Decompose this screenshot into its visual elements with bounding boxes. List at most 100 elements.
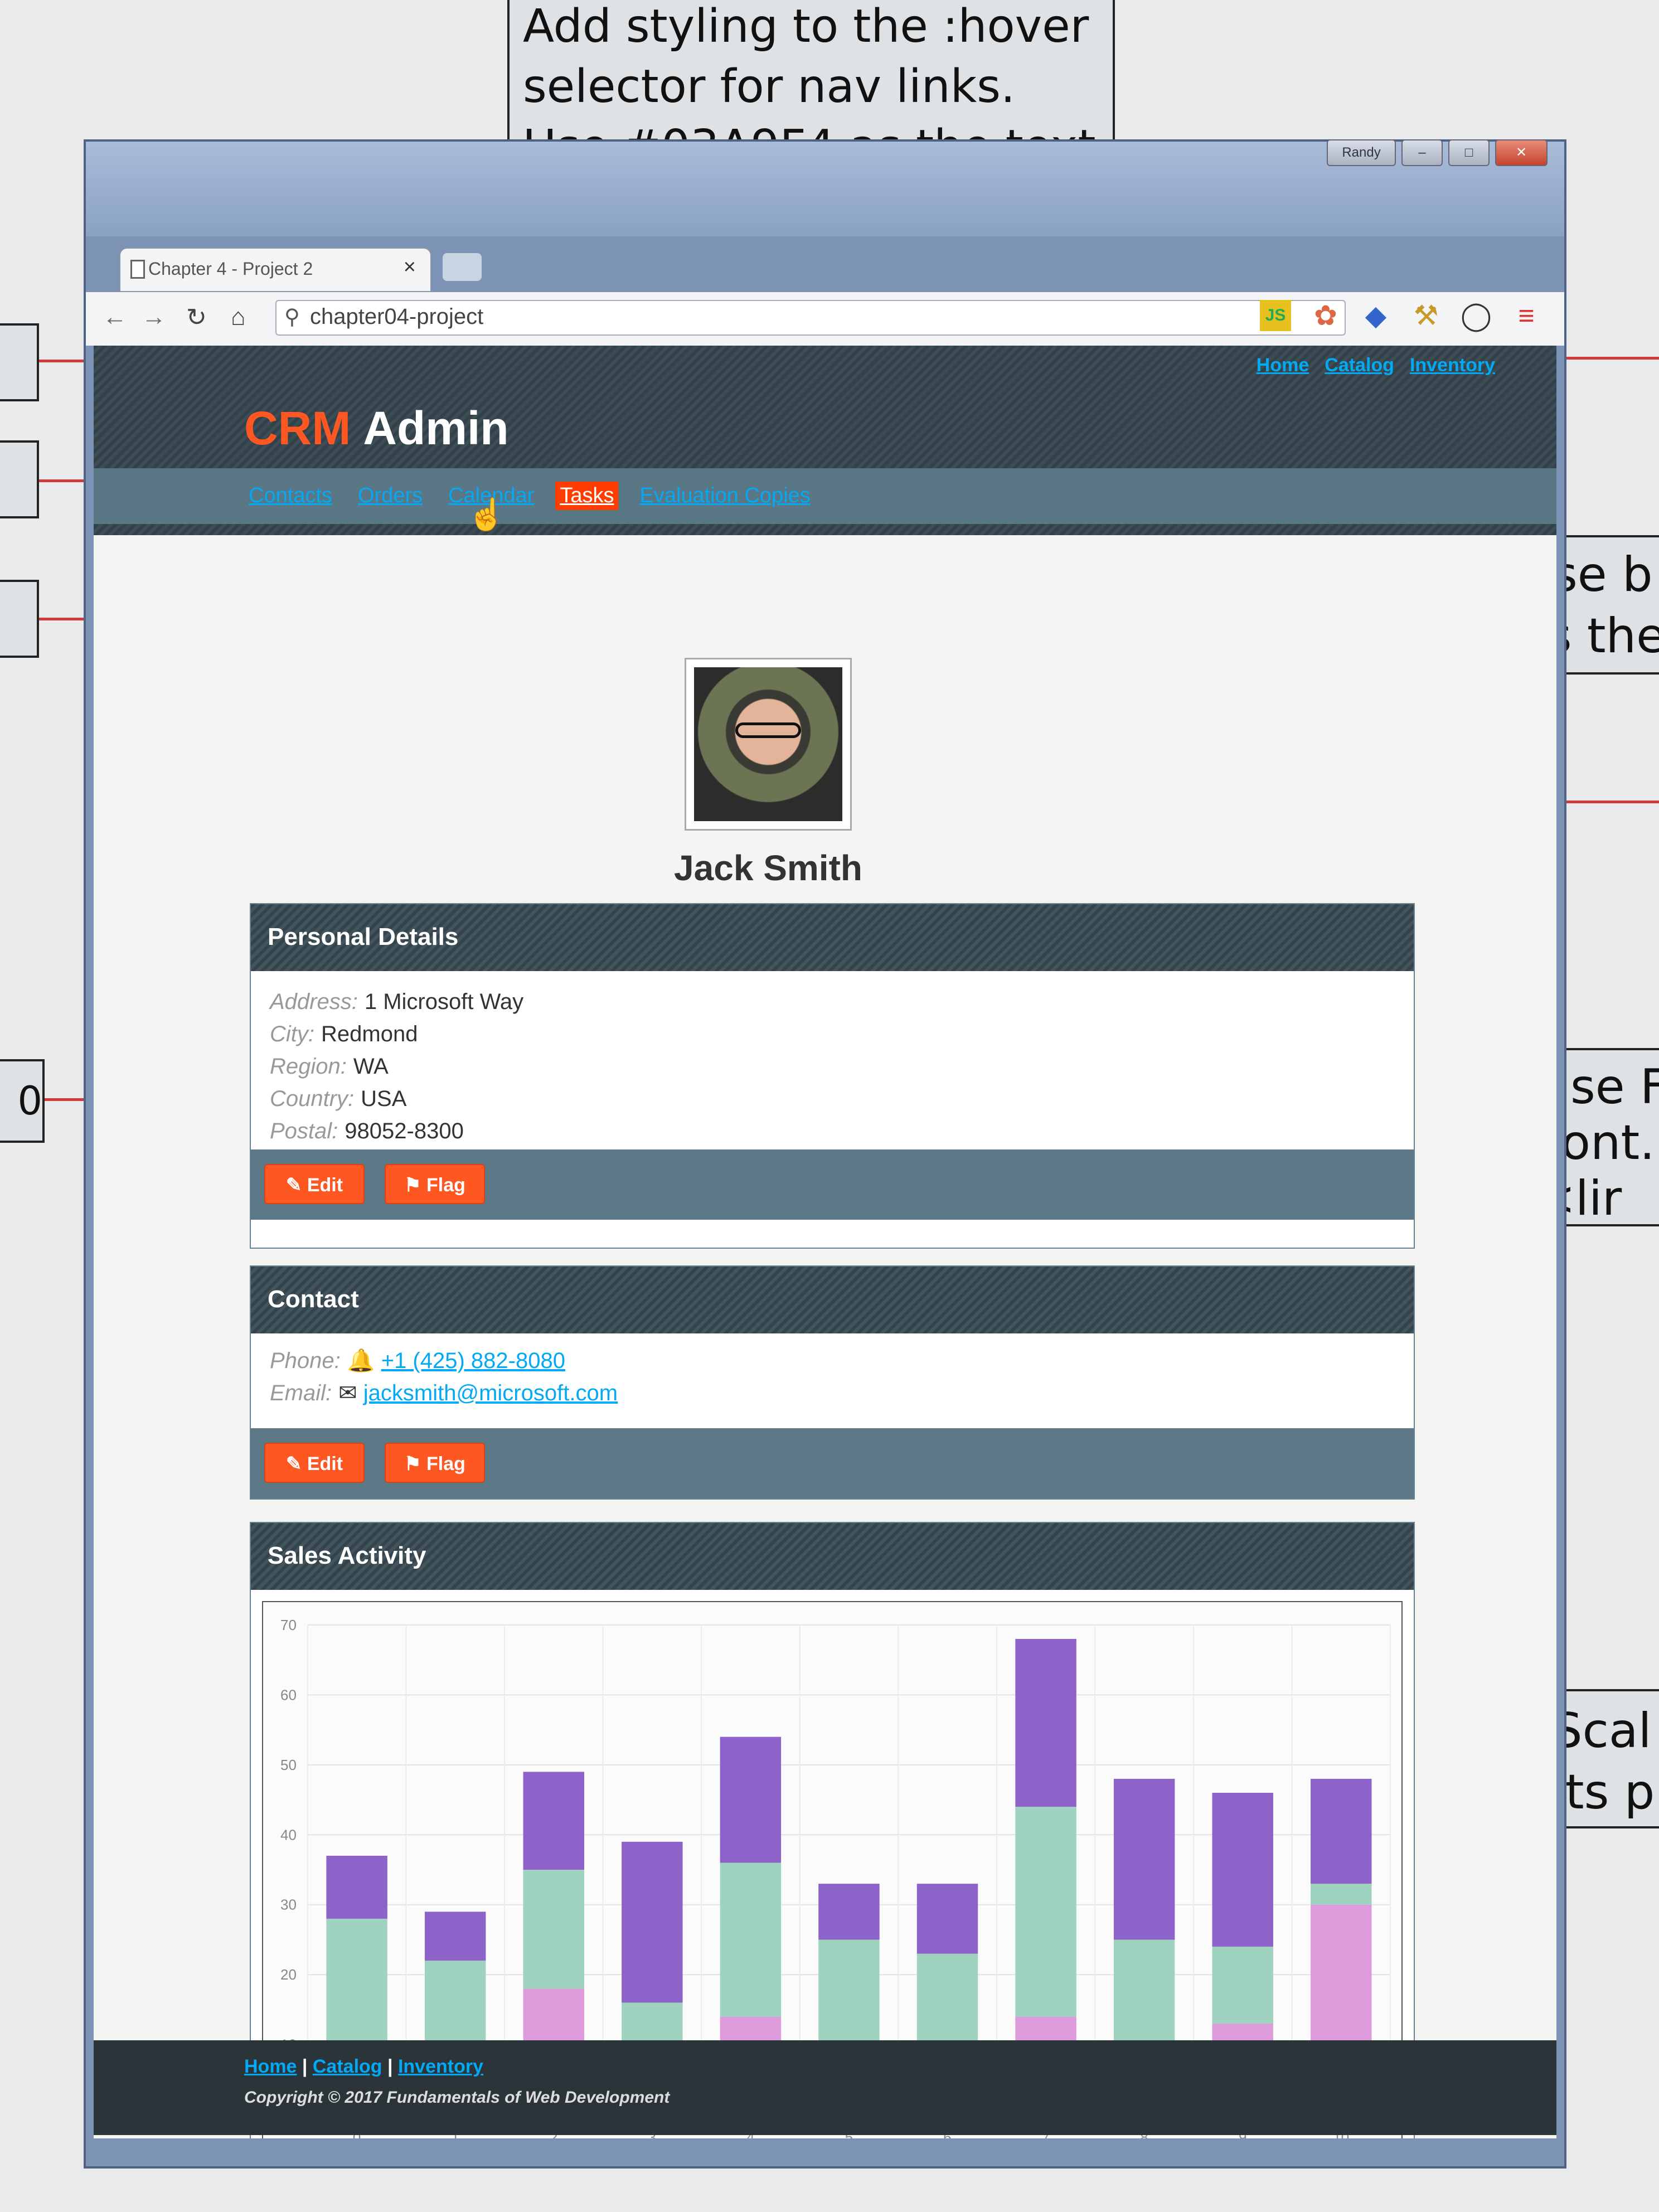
address-text: chapter04-project bbox=[310, 304, 484, 329]
panel-title: Personal Details bbox=[251, 904, 1414, 971]
left-callout-3 bbox=[0, 580, 39, 658]
country-label: Country: bbox=[270, 1086, 355, 1111]
browser-window: Randy – □ ✕ Chapter 4 - Project 2 × ← → … bbox=[84, 139, 1566, 2169]
bar-segment bbox=[1015, 1638, 1076, 1807]
top-link-inventory[interactable]: Inventory bbox=[1410, 355, 1495, 376]
window-controls: Randy – □ ✕ bbox=[1327, 139, 1548, 166]
bar-segment bbox=[1212, 1947, 1273, 2024]
bar-segment bbox=[720, 1862, 782, 2017]
bar-segment bbox=[622, 1841, 683, 2003]
color-wheel-icon[interactable]: ✿ bbox=[1310, 300, 1341, 331]
postal-value: 98052-8300 bbox=[345, 1119, 464, 1143]
y-tick-label: 50 bbox=[280, 1758, 297, 1773]
email-link[interactable]: jacksmith@microsoft.com bbox=[363, 1381, 618, 1405]
panel-footer: ✎ Edit ⚑ Flag bbox=[251, 1428, 1414, 1498]
tab-title: Chapter 4 - Project 2 bbox=[148, 259, 313, 279]
contact-panel: Contact Phone: 🔔 +1 (425) 882-8080 Email:… bbox=[250, 1265, 1415, 1500]
panel-title: Sales Activity bbox=[251, 1523, 1414, 1590]
hand-cursor-icon: ☝ bbox=[467, 497, 506, 532]
y-tick-label: 60 bbox=[280, 1687, 297, 1703]
bar-segment bbox=[523, 1870, 584, 1989]
y-tick-label: 40 bbox=[280, 1827, 297, 1843]
envelope-icon: ✉ bbox=[338, 1381, 363, 1405]
edit-button[interactable]: ✎ Edit bbox=[264, 1443, 365, 1483]
new-tab-button[interactable] bbox=[443, 253, 482, 281]
bar-segment bbox=[916, 1884, 978, 1954]
city-value: Redmond bbox=[321, 1022, 418, 1046]
postal-label: Postal: bbox=[270, 1119, 338, 1143]
maximize-button[interactable]: □ bbox=[1448, 139, 1490, 166]
y-tick-label: 70 bbox=[280, 1618, 297, 1633]
bell-icon: 🔔 bbox=[347, 1348, 381, 1373]
panel-title: Contact bbox=[251, 1267, 1414, 1333]
back-icon[interactable]: ← bbox=[103, 303, 127, 331]
address-label: Address: bbox=[270, 989, 358, 1014]
bar-segment bbox=[424, 1912, 486, 1961]
site-logo[interactable]: CRM Admin bbox=[244, 401, 509, 455]
forward-icon[interactable]: → bbox=[142, 303, 166, 331]
email-label: Email: bbox=[270, 1381, 332, 1405]
flag-button[interactable]: ⚑ Flag bbox=[385, 1164, 485, 1204]
close-window-button[interactable]: ✕ bbox=[1495, 139, 1548, 166]
user-badge: Randy bbox=[1327, 139, 1396, 166]
profile-name: Jack Smith bbox=[674, 848, 862, 888]
address-bar[interactable]: ⚲ chapter04-project bbox=[275, 300, 1346, 336]
reload-icon[interactable]: ↻ bbox=[186, 303, 207, 332]
personal-details-panel: Personal Details Address: 1 Microsoft Way… bbox=[250, 903, 1415, 1249]
js-icon[interactable]: JS bbox=[1260, 300, 1291, 331]
city-label: City: bbox=[270, 1022, 314, 1046]
bar-segment bbox=[1015, 1807, 1076, 2017]
footer-link-inventory[interactable]: Inventory bbox=[398, 2056, 483, 2077]
diamond-icon[interactable]: ◆ bbox=[1360, 300, 1391, 331]
bar-segment bbox=[523, 1772, 584, 1870]
nav-link-evaluation-copies[interactable]: Evaluation Copies bbox=[635, 482, 814, 510]
logo-crm: CRM bbox=[244, 402, 351, 454]
site-header: Home Catalog Inventory CRM Admin Contacts… bbox=[94, 346, 1556, 535]
nav-link-orders[interactable]: Orders bbox=[353, 482, 427, 510]
circle-icon[interactable]: ◯ bbox=[1461, 300, 1492, 331]
flag-button[interactable]: ⚑ Flag bbox=[385, 1443, 485, 1483]
page-viewport: Home Catalog Inventory CRM Admin Contacts… bbox=[94, 346, 1556, 2138]
top-nav: Home Catalog Inventory bbox=[1257, 355, 1495, 376]
minimize-button[interactable]: – bbox=[1401, 139, 1443, 166]
region-label: Region: bbox=[270, 1054, 347, 1079]
profile-photo bbox=[685, 658, 852, 831]
left-callout-4: 0 bbox=[0, 1059, 45, 1143]
footer-link-home[interactable]: Home bbox=[244, 2056, 297, 2077]
footer-links: Home | Catalog | Inventory bbox=[244, 2056, 484, 2077]
bar-segment bbox=[1212, 1793, 1273, 1947]
left-callout-2 bbox=[0, 440, 39, 518]
bar-segment bbox=[1113, 1778, 1175, 1940]
site-footer: Home | Catalog | Inventory Copyright © 2… bbox=[94, 2040, 1556, 2135]
footer-link-catalog[interactable]: Catalog bbox=[313, 2056, 382, 2077]
menu-icon[interactable]: ≡ bbox=[1511, 300, 1542, 331]
bar-segment bbox=[1311, 1778, 1372, 1884]
top-link-catalog[interactable]: Catalog bbox=[1325, 355, 1394, 376]
copyright-text: Copyright © 2017 Fundamentals of Web Dev… bbox=[244, 2088, 670, 2107]
top-link-home[interactable]: Home bbox=[1257, 355, 1309, 376]
home-icon[interactable]: ⌂ bbox=[231, 303, 246, 331]
bar-segment bbox=[1311, 1884, 1372, 1905]
nav-link-contacts[interactable]: Contacts bbox=[244, 482, 337, 510]
address-value: 1 Microsoft Way bbox=[364, 989, 524, 1014]
wrench-icon[interactable]: ⚒ bbox=[1410, 300, 1442, 331]
nav-link-tasks[interactable]: Tasks bbox=[555, 482, 619, 510]
main-nav: Contacts Orders Calendar Tasks Evaluatio… bbox=[94, 468, 1556, 532]
y-tick-label: 30 bbox=[280, 1898, 297, 1913]
bar-segment bbox=[916, 1953, 978, 2045]
bar-segment bbox=[720, 1736, 782, 1863]
phone-label: Phone: bbox=[270, 1348, 341, 1373]
document-icon bbox=[130, 260, 145, 279]
tab-close-icon[interactable]: × bbox=[404, 255, 416, 279]
left-callout-1 bbox=[0, 323, 39, 401]
logo-admin: Admin bbox=[363, 402, 509, 454]
browser-tab[interactable]: Chapter 4 - Project 2 × bbox=[119, 248, 431, 292]
edit-button[interactable]: ✎ Edit bbox=[264, 1164, 365, 1204]
bar-segment bbox=[818, 1884, 880, 1940]
extension-icons: JS ✿ ◆ ⚒ ◯ ≡ bbox=[1260, 300, 1542, 331]
country-value: USA bbox=[361, 1086, 407, 1111]
region-value: WA bbox=[353, 1054, 389, 1079]
bar-segment bbox=[326, 1855, 387, 1919]
phone-link[interactable]: +1 (425) 882-8080 bbox=[381, 1348, 565, 1373]
bar-segment bbox=[818, 1939, 880, 2052]
